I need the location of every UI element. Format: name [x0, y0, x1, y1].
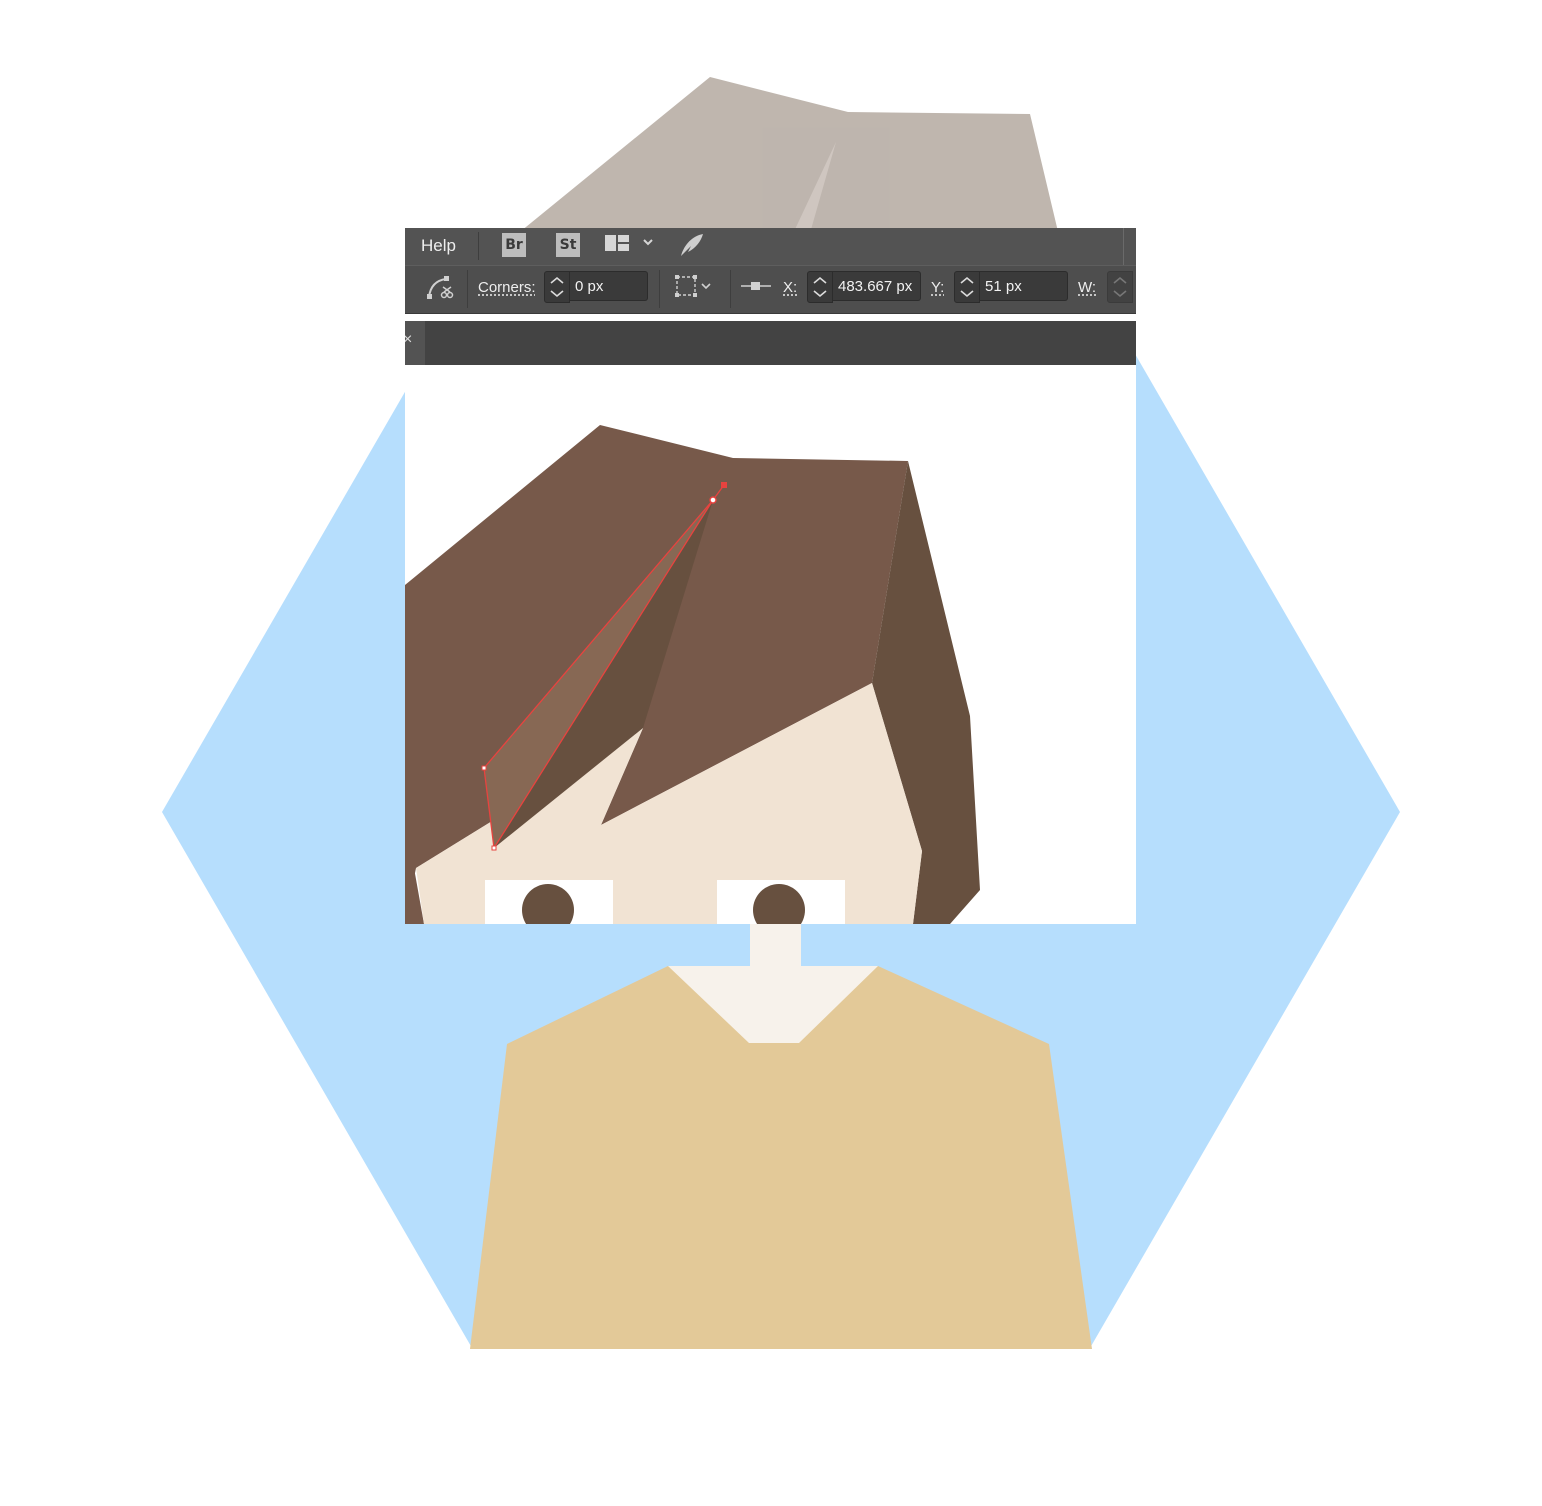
control-separator	[730, 270, 731, 308]
y-input[interactable]: 51 px	[980, 271, 1068, 301]
transform-bounding-box-icon[interactable]	[674, 274, 714, 300]
bezier-handle-point[interactable]	[721, 482, 727, 488]
menu-bar: Help Br St	[405, 228, 1136, 265]
control-separator	[467, 270, 468, 308]
document-tab[interactable]: ×	[405, 321, 425, 365]
corners-input[interactable]: 0 px	[570, 271, 648, 301]
artboard-illustration	[405, 425, 980, 924]
document-tab-bar: ×	[405, 321, 1136, 365]
anchor-point-selected[interactable]	[709, 496, 717, 504]
x-input[interactable]: 483.667 px	[833, 271, 921, 301]
anchor-point[interactable]	[481, 765, 487, 771]
menu-help[interactable]: Help	[421, 236, 456, 256]
x-stepper[interactable]	[807, 271, 833, 303]
close-tab-icon[interactable]: ×	[405, 331, 412, 349]
w-stepper[interactable]	[1107, 271, 1133, 303]
menu-end-separator	[1123, 228, 1124, 265]
control-separator	[659, 270, 660, 308]
y-label[interactable]: Y:	[931, 279, 944, 296]
anchor-point[interactable]	[491, 845, 497, 851]
artboard-canvas[interactable]	[405, 365, 1136, 924]
reference-point-icon[interactable]	[740, 279, 772, 293]
stock-button[interactable]: St	[556, 233, 580, 257]
menu-separator	[478, 232, 479, 260]
w-label[interactable]: W:	[1078, 279, 1096, 296]
bridge-button[interactable]: Br	[502, 233, 526, 257]
control-bar: Corners: 0 px X: 483.667 px Y: 51 px W:	[405, 265, 1136, 314]
y-stepper[interactable]	[954, 271, 980, 303]
corners-label[interactable]: Corners:	[478, 279, 536, 296]
hair-ghost-top	[510, 77, 1060, 240]
workspace-layout-icon[interactable]	[604, 234, 660, 256]
illustrator-window: Help Br St Corners: 0 px X: 483.667 px Y…	[405, 228, 1136, 924]
anchor-point-scissors-icon[interactable]	[426, 273, 454, 301]
corners-stepper[interactable]	[544, 271, 570, 303]
x-label[interactable]: X:	[783, 279, 797, 296]
feather-rocket-icon[interactable]	[678, 231, 706, 259]
